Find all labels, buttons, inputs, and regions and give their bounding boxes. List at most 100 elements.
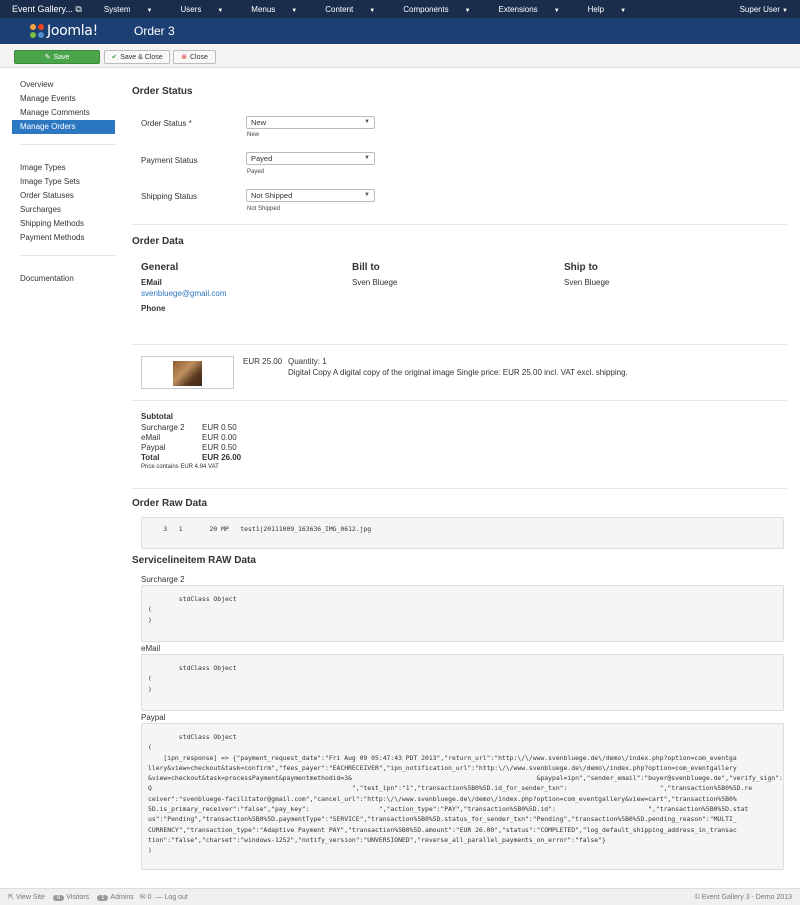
order-totals: Subtotal Surcharge 2 EUR 0.50 eMail EUR 0.… bbox=[141, 412, 241, 470]
caret-down-icon: ▼ bbox=[146, 7, 153, 14]
toolbar: ✎ Save ✔ Save & Close ⊗ Close bbox=[0, 44, 800, 68]
sidebar-item-payment-methods[interactable]: Payment Methods bbox=[12, 231, 115, 245]
dropdown-arrow-icon: ▼ bbox=[364, 119, 370, 125]
payment-status-select[interactable]: Payed ▼ bbox=[246, 152, 375, 165]
menu-help[interactable]: Help ▼ bbox=[574, 5, 640, 14]
email-raw-label: eMail bbox=[141, 644, 161, 653]
total-row-label: Paypal bbox=[141, 443, 166, 452]
save-close-button[interactable]: ✔ Save & Close bbox=[104, 50, 170, 64]
close-label: Close bbox=[189, 53, 208, 61]
menu-label: Menus bbox=[251, 4, 276, 14]
sidebar-item-manage-events[interactable]: Manage Events bbox=[12, 92, 115, 106]
admin-menu-bar: Event Gallery... ⧉ System ▼ Users ▼ Menus ▼… bbox=[0, 0, 800, 18]
order-raw-data: 3 1 20 MP test1|20111009_163636_IMG_0612… bbox=[141, 517, 784, 549]
order-data-heading: Order Data bbox=[132, 236, 184, 247]
order-status-label: Order Status * bbox=[141, 119, 192, 128]
close-button[interactable]: ⊗ Close bbox=[173, 50, 216, 64]
item-quantity: Quantity: 1 bbox=[288, 357, 327, 366]
logout-link[interactable]: — Log out bbox=[155, 894, 187, 901]
product-thumbnail-frame[interactable] bbox=[141, 356, 234, 389]
general-column: General EMail svenbluege@gmail.com Phone bbox=[141, 262, 227, 313]
paypal-raw-data: stdClass Object ( [ipn_response] => {"pa… bbox=[141, 723, 784, 870]
check-icon: ✔ bbox=[111, 54, 118, 61]
menu-system[interactable]: System ▼ bbox=[90, 5, 167, 14]
email-label: EMail bbox=[141, 278, 162, 287]
logout-label: Log out bbox=[164, 893, 188, 901]
admins-badge: 1 bbox=[97, 894, 109, 901]
total-row-value: EUR 0.00 bbox=[202, 433, 237, 442]
edit-icon: ✎ bbox=[44, 54, 51, 61]
order-status-select[interactable]: New ▼ bbox=[246, 116, 375, 129]
main-menu: System ▼ Users ▼ Menus ▼ Content ▼ Component… bbox=[90, 5, 640, 14]
paypal-raw-label: Paypal bbox=[141, 713, 166, 722]
sidebar-item-order-statuses[interactable]: Order Statuses bbox=[12, 189, 115, 203]
page-header: Joomla! Order 3 bbox=[0, 18, 800, 44]
total-row: eMail EUR 0.00 bbox=[141, 433, 241, 443]
order-raw-heading: Order Raw Data bbox=[132, 498, 208, 509]
bill-to-column: Bill to Sven Bluege bbox=[352, 262, 397, 287]
page-title: Order 3 bbox=[134, 24, 175, 38]
sidebar-item-shipping-methods[interactable]: Shipping Methods bbox=[12, 217, 115, 231]
ship-to-name: Sven Bluege bbox=[564, 278, 610, 287]
visitors-badge: 0 bbox=[52, 894, 65, 901]
view-site-icon: ⇱ bbox=[8, 894, 14, 901]
surcharge-raw-label: Surcharge 2 bbox=[141, 575, 185, 584]
save-close-label: Save & Close bbox=[120, 53, 163, 61]
shipping-status-select[interactable]: Not Shipped ▼ bbox=[246, 189, 375, 202]
save-button[interactable]: ✎ Save bbox=[14, 50, 100, 64]
user-name: Super User bbox=[739, 4, 781, 14]
sidebar-item-manage-comments[interactable]: Manage Comments bbox=[12, 106, 115, 120]
user-menu[interactable]: Super User ▼ bbox=[740, 5, 800, 14]
total-row-value: EUR 0.50 bbox=[202, 423, 237, 432]
ship-to-column: Ship to Sven Bluege bbox=[564, 262, 609, 287]
messages-link[interactable]: ✉ 0 bbox=[140, 893, 152, 901]
minus-icon: — bbox=[155, 893, 163, 901]
email-raw-data: stdClass Object ( ) bbox=[141, 654, 784, 711]
total-row-label: eMail bbox=[141, 433, 161, 442]
menu-label: Content bbox=[325, 4, 354, 14]
visitors-link[interactable]: 0 Visitors bbox=[51, 894, 89, 901]
divider bbox=[132, 400, 787, 401]
menu-menus[interactable]: Menus ▼ bbox=[237, 5, 311, 14]
external-link-icon: ⧉ bbox=[75, 3, 82, 14]
close-icon: ⊗ bbox=[181, 54, 187, 61]
dropdown-arrow-icon: ▼ bbox=[364, 192, 370, 198]
site-link[interactable]: Event Gallery... ⧉ bbox=[0, 4, 90, 15]
site-name: Event Gallery... bbox=[12, 3, 73, 14]
shipping-status-help: Not Shipped bbox=[247, 206, 281, 212]
menu-users[interactable]: Users ▼ bbox=[166, 5, 237, 14]
sidebar-item-image-types[interactable]: Image Types bbox=[12, 161, 115, 175]
dropdown-arrow-icon: ▼ bbox=[364, 155, 370, 161]
menu-components[interactable]: Components ▼ bbox=[389, 5, 484, 14]
menu-label: Extensions bbox=[498, 4, 538, 14]
menu-label: Components bbox=[403, 4, 449, 14]
ship-to-heading: Ship to bbox=[564, 262, 598, 273]
order-status-help: New bbox=[247, 132, 260, 138]
divider bbox=[132, 344, 787, 345]
copyright: © Event Gallery 3 - Demo 2013 bbox=[694, 893, 792, 901]
caret-down-icon: ▼ bbox=[782, 7, 788, 14]
sidebar-item-documentation[interactable]: Documentation bbox=[12, 272, 115, 286]
menu-label: Help bbox=[587, 4, 605, 14]
menu-extensions[interactable]: Extensions ▼ bbox=[485, 5, 574, 14]
menu-content[interactable]: Content ▼ bbox=[311, 5, 389, 14]
save-label: Save bbox=[53, 53, 70, 61]
view-site-link[interactable]: ⇱ View Site bbox=[8, 893, 45, 901]
grand-total-row: Total EUR 26.00 bbox=[141, 453, 241, 463]
total-row-label: Surcharge 2 bbox=[141, 423, 185, 432]
select-value: New bbox=[251, 118, 267, 127]
caret-down-icon: ▼ bbox=[369, 7, 376, 14]
divider bbox=[132, 488, 787, 489]
subtotal-label: Subtotal bbox=[141, 412, 173, 421]
sidebar-item-surcharges[interactable]: Surcharges bbox=[12, 203, 115, 217]
caret-down-icon: ▼ bbox=[464, 7, 471, 14]
total-row-label: Total bbox=[141, 453, 160, 462]
email-link[interactable]: svenbluege@gmail.com bbox=[141, 289, 227, 298]
logo-text: Joomla! bbox=[47, 23, 98, 39]
sidebar-item-manage-orders[interactable]: Manage Orders bbox=[12, 120, 115, 134]
total-row: Paypal EUR 0.50 bbox=[141, 443, 241, 453]
caret-down-icon: ▼ bbox=[291, 7, 298, 14]
sidebar-item-image-type-sets[interactable]: Image Type Sets bbox=[12, 175, 115, 189]
sidebar-item-overview[interactable]: Overview bbox=[12, 78, 115, 92]
admins-link[interactable]: 1 Admins bbox=[95, 894, 134, 901]
